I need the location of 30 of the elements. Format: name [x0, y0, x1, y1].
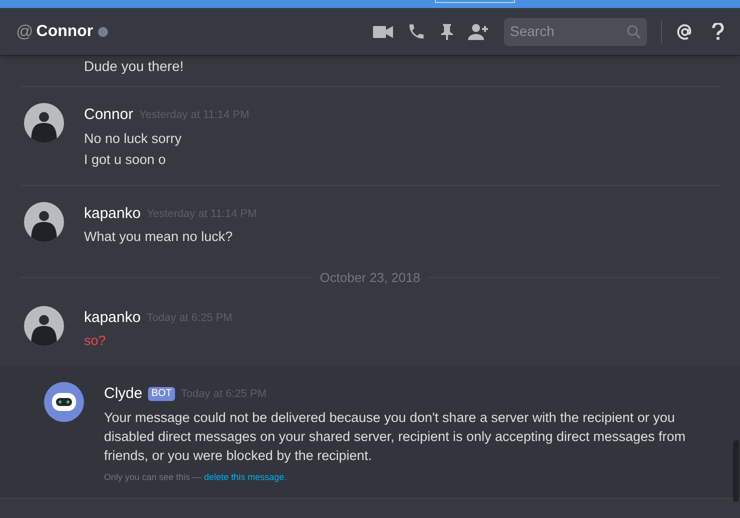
search-field[interactable]: Search: [504, 18, 647, 46]
message-text: Dude you there!: [84, 57, 185, 76]
help-icon[interactable]: [712, 22, 724, 40]
message-text: What you mean no luck?: [84, 228, 234, 246]
pin-icon[interactable]: [440, 22, 454, 40]
avatar-silhouette[interactable]: [24, 306, 64, 346]
author-name[interactable]: kapanko: [84, 202, 141, 225]
phone-icon[interactable]: [407, 22, 426, 41]
robot-avatar-icon[interactable]: [44, 382, 84, 422]
message-text: I got u soon o: [84, 150, 167, 168]
message-text: so?: [84, 332, 107, 350]
date-divider-label: October 23, 2018: [320, 269, 420, 287]
add-friend-icon[interactable]: [468, 22, 490, 40]
author-name[interactable]: Clyde: [104, 383, 142, 406]
author-name[interactable]: Connor: [84, 104, 134, 126]
bot-badge: BOT: [148, 387, 175, 402]
scrollbar-thumb[interactable]: [733, 440, 739, 502]
mention-icon[interactable]: [676, 22, 694, 40]
avatar-silhouette[interactable]: [24, 103, 64, 143]
avatar-silhouette[interactable]: [24, 202, 64, 242]
search-icon: [627, 24, 641, 38]
channel-title: Connor: [36, 22, 94, 42]
author-name[interactable]: kapanko: [84, 306, 141, 329]
video-camera-icon[interactable]: [373, 24, 393, 38]
ephemeral-note: Only you can see this — delete this message.: [104, 470, 288, 484]
message-text: No no luck sorry: [84, 130, 183, 148]
at-sign: @: [16, 20, 34, 43]
search-input[interactable]: Search: [510, 21, 627, 42]
delete-message-link[interactable]: delete this message: [204, 472, 284, 482]
message-text: Your message could not be delivered because you don't share a server with the recipient or you disabled direct messages on your shared server, recipient is only accepting direct messages from friends, or you were blocked by the recipient.: [104, 408, 687, 464]
